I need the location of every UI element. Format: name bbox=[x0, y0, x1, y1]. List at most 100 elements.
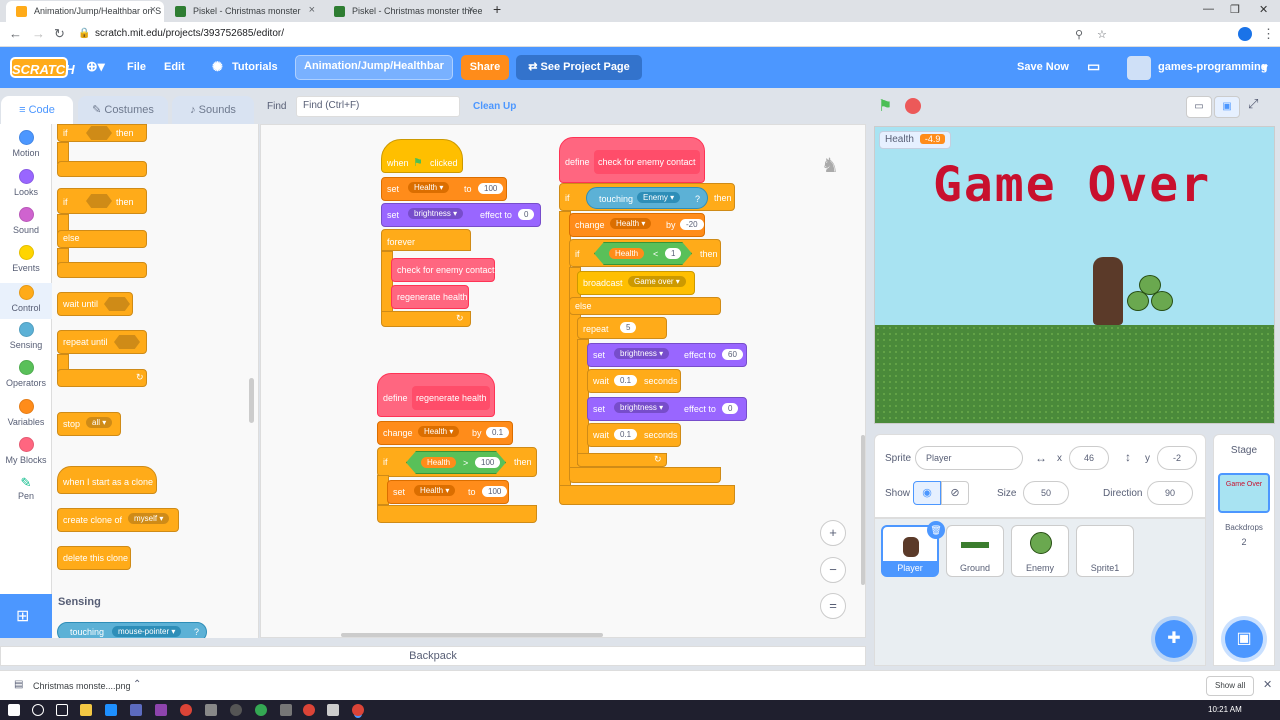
effect-value-input[interactable]: 0 bbox=[722, 403, 739, 414]
minimize-icon[interactable]: — bbox=[1203, 3, 1214, 15]
browser-tab-1[interactable]: Animation/Jump/Healthbar on S × bbox=[6, 1, 164, 22]
chrome-active-icon[interactable] bbox=[352, 704, 364, 716]
repeat-count-input[interactable]: 5 bbox=[620, 322, 637, 333]
clock[interactable]: 10:21 AM bbox=[1208, 705, 1242, 714]
choose-sprite-button[interactable]: ✚ bbox=[1155, 620, 1193, 658]
change-health-block[interactable]: change Health ▾ by -20 bbox=[569, 213, 705, 237]
zoom-icon[interactable]: ⚲ bbox=[1075, 28, 1083, 41]
restore-icon[interactable]: ❐ bbox=[1230, 3, 1240, 16]
category-sensing[interactable]: Sensing bbox=[0, 322, 52, 350]
call-check-enemy-block[interactable]: check for enemy contact bbox=[391, 258, 495, 282]
repeat-block[interactable]: repeat 5 bbox=[577, 317, 667, 339]
palette-scrollbar[interactable] bbox=[249, 378, 254, 423]
share-button[interactable]: Share bbox=[461, 55, 509, 80]
visual-studio-icon[interactable] bbox=[155, 704, 167, 716]
stop-dropdown[interactable]: all ▾ bbox=[86, 417, 113, 428]
change-health-block[interactable]: change Health ▾ by 0.1 bbox=[377, 421, 513, 445]
size-input[interactable]: 50 bbox=[1023, 481, 1069, 505]
set-health-100-block[interactable]: set Health ▾ to 100 bbox=[387, 480, 509, 504]
value-input[interactable]: 100 bbox=[482, 486, 508, 497]
edge-icon[interactable] bbox=[105, 704, 117, 716]
variable-dropdown[interactable]: Health ▾ bbox=[408, 182, 450, 193]
add-extension-button[interactable]: ⊞ bbox=[0, 594, 52, 638]
broadcast-block[interactable]: broadcast Game over ▾ bbox=[577, 271, 695, 295]
palette-delete-clone-block[interactable]: delete this clone bbox=[57, 546, 131, 570]
close-window-icon[interactable]: ✕ bbox=[1259, 3, 1268, 16]
task-view-icon[interactable] bbox=[56, 704, 68, 716]
search-icon[interactable] bbox=[32, 704, 44, 716]
category-operators[interactable]: Operators bbox=[0, 360, 52, 388]
tab-costumes[interactable]: ✎ Costumes bbox=[78, 96, 168, 124]
call-regenerate-block[interactable]: regenerate health bbox=[391, 285, 469, 309]
url-field[interactable]: scratch.mit.edu/projects/393752685/edito… bbox=[95, 28, 284, 39]
compare-value-input[interactable]: 100 bbox=[475, 457, 501, 468]
see-project-page-button[interactable]: ⇄ See Project Page bbox=[516, 55, 642, 80]
if-health-block[interactable]: if Health > 100 then bbox=[377, 447, 537, 477]
variable-dropdown[interactable]: Health ▾ bbox=[610, 218, 652, 229]
workspace-v-scrollbar[interactable] bbox=[861, 435, 865, 585]
effect-dropdown[interactable]: brightness ▾ bbox=[408, 208, 464, 219]
by-value-input[interactable]: -20 bbox=[680, 219, 704, 230]
wait-seconds-input[interactable]: 0.1 bbox=[614, 375, 638, 386]
sprite-thumb-player[interactable]: 🗑 Player bbox=[881, 521, 945, 577]
palette-when-clone-block[interactable]: when I start as a clone bbox=[57, 466, 157, 494]
category-pen[interactable]: ✎ Pen bbox=[0, 475, 52, 501]
sprite-name-input[interactable]: Player bbox=[915, 446, 1023, 470]
health-reporter[interactable]: Health bbox=[609, 248, 645, 259]
stage-canvas[interactable]: Health -4.9 Game Over bbox=[874, 126, 1275, 424]
chevron-up-icon[interactable]: ⌃ bbox=[133, 679, 141, 690]
bookmark-star-icon[interactable]: ☆ bbox=[1097, 28, 1107, 41]
greater-than-operator[interactable]: Health > 100 bbox=[406, 451, 506, 474]
effect-value-input[interactable]: 60 bbox=[722, 349, 743, 360]
touching-enemy-block[interactable]: touching Enemy ▾ ? bbox=[586, 187, 708, 209]
tab-sounds[interactable]: ♪ Sounds bbox=[172, 96, 254, 124]
fullscreen-icon[interactable]: ⤢ bbox=[1248, 96, 1258, 112]
browser-tab-2[interactable]: Piskel - Christmas monster × bbox=[165, 1, 323, 22]
username-menu[interactable]: games-programming bbox=[1158, 61, 1267, 73]
set-brightness-block[interactable]: set brightness ▾ effect to 0 bbox=[381, 203, 541, 227]
my-stuff-folder-icon[interactable]: ▭ bbox=[1087, 58, 1100, 75]
chevron-down-icon[interactable]: ▾ bbox=[1262, 61, 1268, 74]
stop-sign-icon[interactable] bbox=[905, 98, 921, 114]
clean-up-button[interactable]: Clean Up bbox=[473, 101, 516, 112]
if-touching-block[interactable]: if touching Enemy ▾ ? then bbox=[559, 183, 735, 211]
file-explorer-icon[interactable] bbox=[80, 704, 92, 716]
value-input[interactable]: 100 bbox=[478, 183, 504, 194]
touching-dropdown[interactable]: mouse-pointer ▾ bbox=[112, 626, 182, 637]
x-input[interactable]: 46 bbox=[1069, 446, 1109, 470]
tutorials-menu[interactable]: Tutorials bbox=[232, 61, 278, 73]
category-looks[interactable]: Looks bbox=[0, 169, 52, 197]
workspace-h-scrollbar[interactable] bbox=[341, 633, 603, 637]
palette-touching-block[interactable]: touching mouse-pointer ▾ ? bbox=[57, 622, 207, 638]
category-control[interactable]: Control bbox=[0, 283, 52, 319]
chrome-menu-icon[interactable]: ⋮ bbox=[1262, 26, 1275, 42]
choose-backdrop-button[interactable]: ▣ bbox=[1225, 620, 1263, 658]
zoom-in-button[interactable]: + bbox=[820, 520, 846, 546]
small-stage-icon[interactable]: ▭ bbox=[1186, 96, 1212, 118]
effect-dropdown[interactable]: brightness ▾ bbox=[614, 402, 670, 413]
zoom-out-button[interactable]: − bbox=[820, 557, 846, 583]
variable-dropdown[interactable]: Health ▾ bbox=[414, 485, 456, 496]
if-health-lt-block[interactable]: if Health < 1 then bbox=[569, 239, 721, 267]
palette-create-clone-block[interactable]: create clone of myself ▾ bbox=[57, 508, 179, 532]
category-events[interactable]: Events bbox=[0, 245, 52, 273]
file-menu[interactable]: File bbox=[127, 61, 146, 73]
health-reporter[interactable]: Health bbox=[421, 457, 457, 468]
message-dropdown[interactable]: Game over ▾ bbox=[628, 276, 686, 287]
sprite-thumb-enemy[interactable]: Enemy bbox=[1011, 525, 1069, 577]
when-flag-clicked-block[interactable]: when ⚑ clicked bbox=[381, 139, 463, 173]
back-icon[interactable]: ← bbox=[9, 26, 22, 41]
palette-wait-until-block[interactable]: wait until bbox=[57, 292, 133, 316]
backpack-bar[interactable]: Backpack bbox=[0, 646, 866, 666]
y-input[interactable]: -2 bbox=[1157, 446, 1197, 470]
wait-seconds-input[interactable]: 0.1 bbox=[614, 429, 638, 440]
app-icon[interactable] bbox=[230, 704, 242, 716]
category-sound[interactable]: Sound bbox=[0, 207, 52, 235]
show-visible-icon[interactable]: ◉ bbox=[913, 481, 941, 505]
find-input[interactable]: Find (Ctrl+F) bbox=[296, 96, 460, 117]
sprite-thumb-sprite1[interactable]: Sprite1 bbox=[1076, 525, 1134, 577]
palette-stop-block[interactable]: stop all ▾ bbox=[57, 412, 121, 436]
app-icon[interactable] bbox=[130, 704, 142, 716]
close-downloads-icon[interactable]: ✕ bbox=[1263, 678, 1272, 691]
sprite-thumb-ground[interactable]: Ground bbox=[946, 525, 1004, 577]
